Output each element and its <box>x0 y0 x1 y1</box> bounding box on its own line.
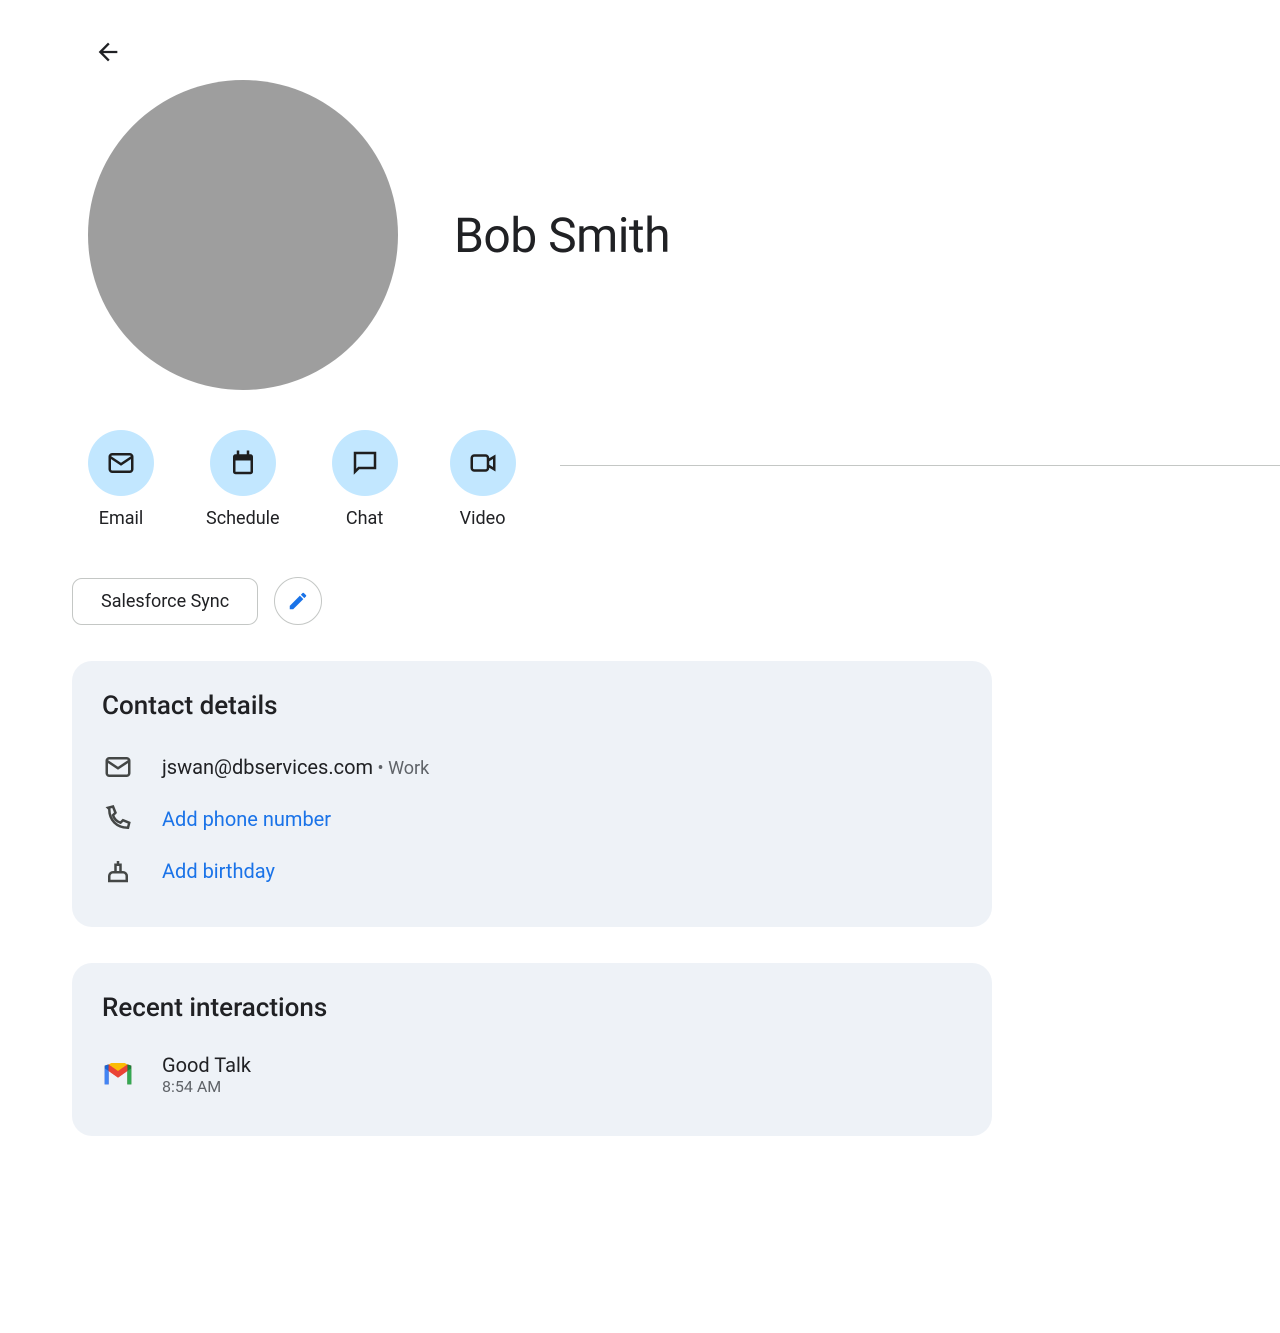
email-value: jswan@dbservices.com <box>162 755 373 779</box>
phone-icon <box>102 803 134 835</box>
pencil-icon <box>287 590 309 612</box>
edit-tags-button[interactable] <box>274 577 322 625</box>
email-detail-row: jswan@dbservices.com • Work <box>102 741 962 793</box>
contact-details-card: Contact details jswan@dbservices.com • W… <box>72 661 992 927</box>
contact-details-title: Contact details <box>102 691 962 721</box>
chat-action-label: Chat <box>346 508 383 529</box>
actions-row: Email Schedule <box>88 430 1280 529</box>
add-phone-link[interactable]: Add phone number <box>162 807 331 831</box>
arrow-left-icon <box>94 38 122 66</box>
contact-header: Bob Smith <box>88 80 1280 390</box>
email-icon <box>106 448 136 478</box>
email-separator: • <box>373 758 388 779</box>
schedule-action[interactable]: Schedule <box>206 430 280 529</box>
email-action-label: Email <box>99 508 144 529</box>
calendar-icon <box>228 448 258 478</box>
video-action-label: Video <box>460 508 506 529</box>
schedule-action-label: Schedule <box>206 508 280 529</box>
divider <box>560 465 1280 466</box>
avatar[interactable] <box>88 80 398 390</box>
interaction-item[interactable]: Good Talk 8:54 AM <box>102 1043 962 1106</box>
add-birthday-link[interactable]: Add birthday <box>162 859 275 883</box>
recent-interactions-title: Recent interactions <box>102 993 962 1023</box>
video-icon <box>468 448 498 478</box>
chat-icon <box>350 448 380 478</box>
email-icon <box>102 751 134 783</box>
video-action[interactable]: Video <box>450 430 516 529</box>
phone-detail-row: Add phone number <box>102 793 962 845</box>
email-type: Work <box>388 758 429 779</box>
gmail-icon <box>102 1062 134 1088</box>
email-action[interactable]: Email <box>88 430 154 529</box>
back-button[interactable] <box>88 32 128 72</box>
salesforce-sync-tag[interactable]: Salesforce Sync <box>72 578 258 625</box>
recent-interactions-card: Recent interactions Good Talk 8:54 AM <box>72 963 992 1136</box>
interaction-time: 8:54 AM <box>162 1077 251 1096</box>
tags-row: Salesforce Sync <box>72 577 1280 625</box>
birthday-detail-row: Add birthday <box>102 845 962 897</box>
cake-icon <box>102 855 134 887</box>
interaction-title: Good Talk <box>162 1053 251 1077</box>
chat-action[interactable]: Chat <box>332 430 398 529</box>
contact-name: Bob Smith <box>454 207 670 264</box>
